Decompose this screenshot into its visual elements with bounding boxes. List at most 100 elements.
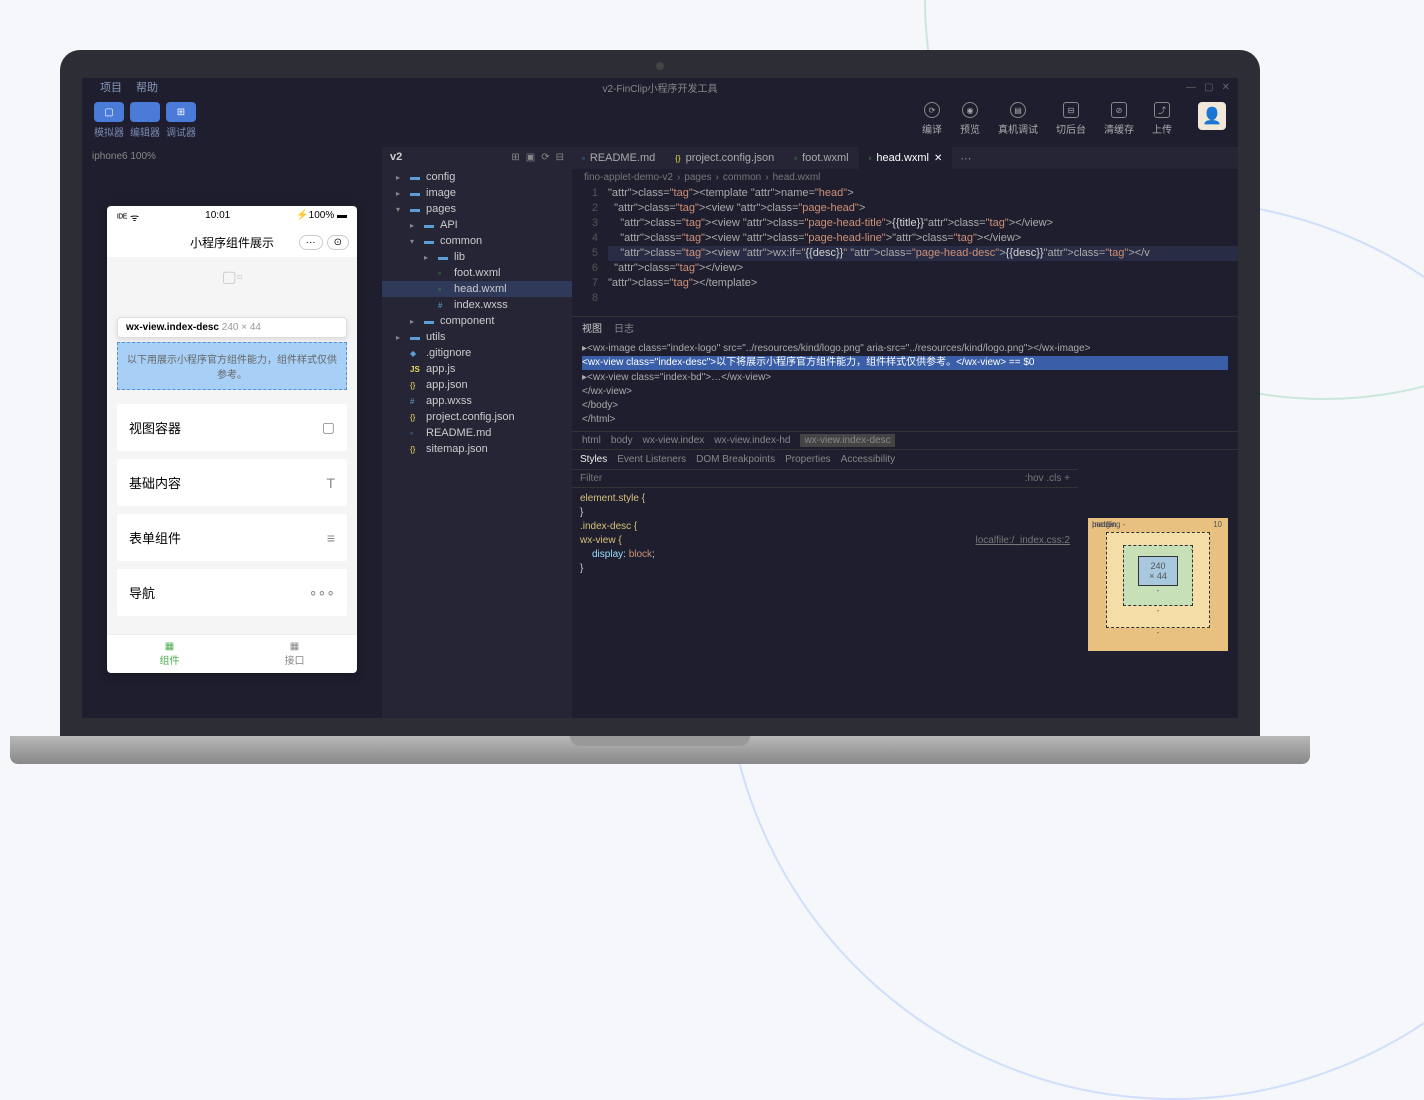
devtools-tab-log[interactable]: 日志: [614, 320, 634, 335]
refresh-icon[interactable]: ⟳: [541, 152, 549, 163]
dom-tree[interactable]: ▸<wx-image class="index-logo" src="../re…: [572, 338, 1238, 431]
explorer-root[interactable]: v2: [390, 151, 402, 163]
dom-node[interactable]: </html>: [582, 413, 1228, 427]
new-folder-icon[interactable]: ▣: [526, 152, 535, 163]
list-item[interactable]: 基础内容T: [117, 459, 347, 506]
breadcrumb: fino-applet-demo-v2›pages›common›head.wx…: [572, 169, 1238, 186]
simulator-panel: iphone6 100% ᴵᴰᴱ ᯤ 10:01 ⚡100% ▬ 小程序组件展示: [82, 147, 382, 718]
tabbar-item[interactable]: ▦接口: [232, 635, 357, 673]
devtools-tab-view[interactable]: 视图: [582, 320, 602, 335]
close-icon[interactable]: ✕: [1222, 82, 1230, 93]
collapse-icon[interactable]: ⊟: [556, 152, 564, 163]
window-title: v2-FinClip小程序开发工具: [602, 80, 717, 95]
dom-node[interactable]: </body>: [582, 399, 1228, 413]
tree-item[interactable]: ▫head.wxml: [382, 281, 572, 297]
simulator-device-label: iphone6 100%: [82, 147, 382, 166]
tree-item[interactable]: {}sitemap.json: [382, 441, 572, 457]
breadcrumb-seg[interactable]: fino-applet-demo-v2: [584, 172, 673, 183]
dom-crumb[interactable]: body: [611, 435, 633, 446]
tree-item[interactable]: #app.wxss: [382, 393, 572, 409]
editor-tab[interactable]: ▫foot.wxml: [784, 147, 858, 169]
breadcrumb-seg[interactable]: common: [723, 172, 761, 183]
action-button-0[interactable]: ⟳编译: [922, 102, 942, 136]
minimize-icon[interactable]: —: [1186, 82, 1196, 93]
capsule-close-icon[interactable]: ⊙: [327, 235, 349, 250]
tree-item[interactable]: ▸▬config: [382, 169, 572, 185]
editor-area: ▫README.md{}project.config.json▫foot.wxm…: [572, 147, 1238, 718]
dom-crumb[interactable]: wx-view.index-hd: [714, 435, 790, 446]
tree-item[interactable]: ▾▬pages: [382, 201, 572, 217]
phone-preview: ᴵᴰᴱ ᯤ 10:01 ⚡100% ▬ 小程序组件展示 ··· ⊙: [107, 206, 357, 673]
tab-close-icon[interactable]: ✕: [934, 153, 942, 164]
mode-button-0[interactable]: ▢模拟器: [94, 102, 124, 139]
styles-filter-input[interactable]: Filter: [580, 473, 602, 484]
dom-crumb[interactable]: wx-view.index: [643, 435, 705, 446]
mode-button-1[interactable]: 编辑器: [130, 102, 160, 139]
styles-rules[interactable]: element.style {}.index-desc {</span></di…: [572, 488, 1078, 580]
tree-item[interactable]: ◆.gitignore: [382, 345, 572, 361]
list-item-icon: T: [326, 475, 335, 491]
tree-item[interactable]: ▸▬lib: [382, 249, 572, 265]
tree-item[interactable]: ▫foot.wxml: [382, 265, 572, 281]
page-title: 小程序组件展示: [190, 234, 274, 251]
list-item-icon: ≡: [327, 530, 335, 546]
action-button-4[interactable]: ⊘清缓存: [1104, 102, 1134, 136]
breadcrumb-seg[interactable]: pages: [684, 172, 711, 183]
mode-button-2[interactable]: ⊞调试器: [166, 102, 196, 139]
phone-navbar: 小程序组件展示 ··· ⊙: [107, 228, 357, 257]
list-item-icon: ∘∘∘: [309, 584, 335, 601]
breadcrumb-seg[interactable]: head.wxml: [773, 172, 821, 183]
editor-tab[interactable]: {}project.config.json: [665, 147, 784, 169]
tree-item[interactable]: ▫README.md: [382, 425, 572, 441]
action-button-2[interactable]: ▤真机调试: [998, 102, 1038, 136]
dom-node[interactable]: <wx-view class="index-desc">以下将展示小程序官方组件…: [582, 356, 1228, 370]
menu-help[interactable]: 帮助: [136, 79, 158, 95]
tree-item[interactable]: JSapp.js: [382, 361, 572, 377]
dom-node[interactable]: </wx-view>: [582, 385, 1228, 399]
action-button-5[interactable]: ⤴上传: [1152, 102, 1172, 136]
styles-tab[interactable]: Properties: [785, 454, 831, 465]
tree-item[interactable]: {}app.json: [382, 377, 572, 393]
placeholder-icon: ▢▫: [117, 267, 347, 287]
tree-item[interactable]: #index.wxss: [382, 297, 572, 313]
tree-item[interactable]: ▾▬common: [382, 233, 572, 249]
dom-node[interactable]: ▸<wx-view class="index-bd">…</wx-view>: [582, 371, 1228, 385]
tree-item[interactable]: ▸▬API: [382, 217, 572, 233]
code-editor[interactable]: 12345678 "attr">class="tag"><template "a…: [572, 186, 1238, 316]
styles-tab[interactable]: DOM Breakpoints: [696, 454, 775, 465]
tabbar-item[interactable]: ▦组件: [107, 635, 232, 673]
styles-tab[interactable]: Event Listeners: [617, 454, 686, 465]
dom-crumb[interactable]: html: [582, 435, 601, 446]
highlighted-element[interactable]: 以下用展示小程序官方组件能力，组件样式仅供参考。: [117, 342, 347, 390]
ide-window: 项目 帮助 v2-FinClip小程序开发工具 — ▢ ✕ ▢模拟器编辑器⊞调试…: [82, 78, 1238, 718]
status-time: 10:01: [205, 210, 230, 224]
toolbar: ▢模拟器编辑器⊞调试器 ⟳编译 ◉预览 ▤真机调试 ⊟切后台 ⊘清缓存 ⤴上传 👤: [82, 96, 1238, 147]
new-file-icon[interactable]: ⊞: [511, 152, 519, 163]
styles-tab[interactable]: Styles: [580, 454, 607, 465]
file-icon: ▫: [794, 154, 797, 163]
styles-tab[interactable]: Accessibility: [841, 454, 895, 465]
devtools-panel: 视图 日志 ▸<wx-image class="index-logo" src=…: [572, 316, 1238, 718]
dom-crumb[interactable]: wx-view.index-desc: [800, 434, 894, 447]
tree-item[interactable]: ▸▬utils: [382, 329, 572, 345]
capsule-menu-icon[interactable]: ···: [299, 235, 323, 250]
maximize-icon[interactable]: ▢: [1204, 82, 1213, 93]
tree-item[interactable]: ▸▬image: [382, 185, 572, 201]
editor-tab[interactable]: ▫head.wxml✕: [859, 147, 953, 169]
action-button-1[interactable]: ◉预览: [960, 102, 980, 136]
list-item[interactable]: 视图容器▢: [117, 404, 347, 451]
box-model: margin10 border- padding - 240 × 44 - -: [1078, 450, 1238, 718]
editor-tabs: ▫README.md{}project.config.json▫foot.wxm…: [572, 147, 1238, 169]
tree-item[interactable]: ▸▬component: [382, 313, 572, 329]
dom-node[interactable]: ▸<wx-image class="index-logo" src="../re…: [582, 342, 1228, 356]
editor-tab[interactable]: ▫README.md: [572, 147, 665, 169]
styles-filter-actions[interactable]: :hov .cls +: [1025, 473, 1070, 484]
list-item[interactable]: 表单组件≡: [117, 514, 347, 561]
menu-project[interactable]: 项目: [100, 79, 122, 95]
tree-item[interactable]: {}project.config.json: [382, 409, 572, 425]
action-button-3[interactable]: ⊟切后台: [1056, 102, 1086, 136]
list-item[interactable]: 导航∘∘∘: [117, 569, 347, 616]
laptop-frame: 项目 帮助 v2-FinClip小程序开发工具 — ▢ ✕ ▢模拟器编辑器⊞调试…: [60, 50, 1260, 764]
avatar[interactable]: 👤: [1198, 102, 1226, 130]
tab-overflow-icon[interactable]: ⋯: [952, 148, 979, 169]
